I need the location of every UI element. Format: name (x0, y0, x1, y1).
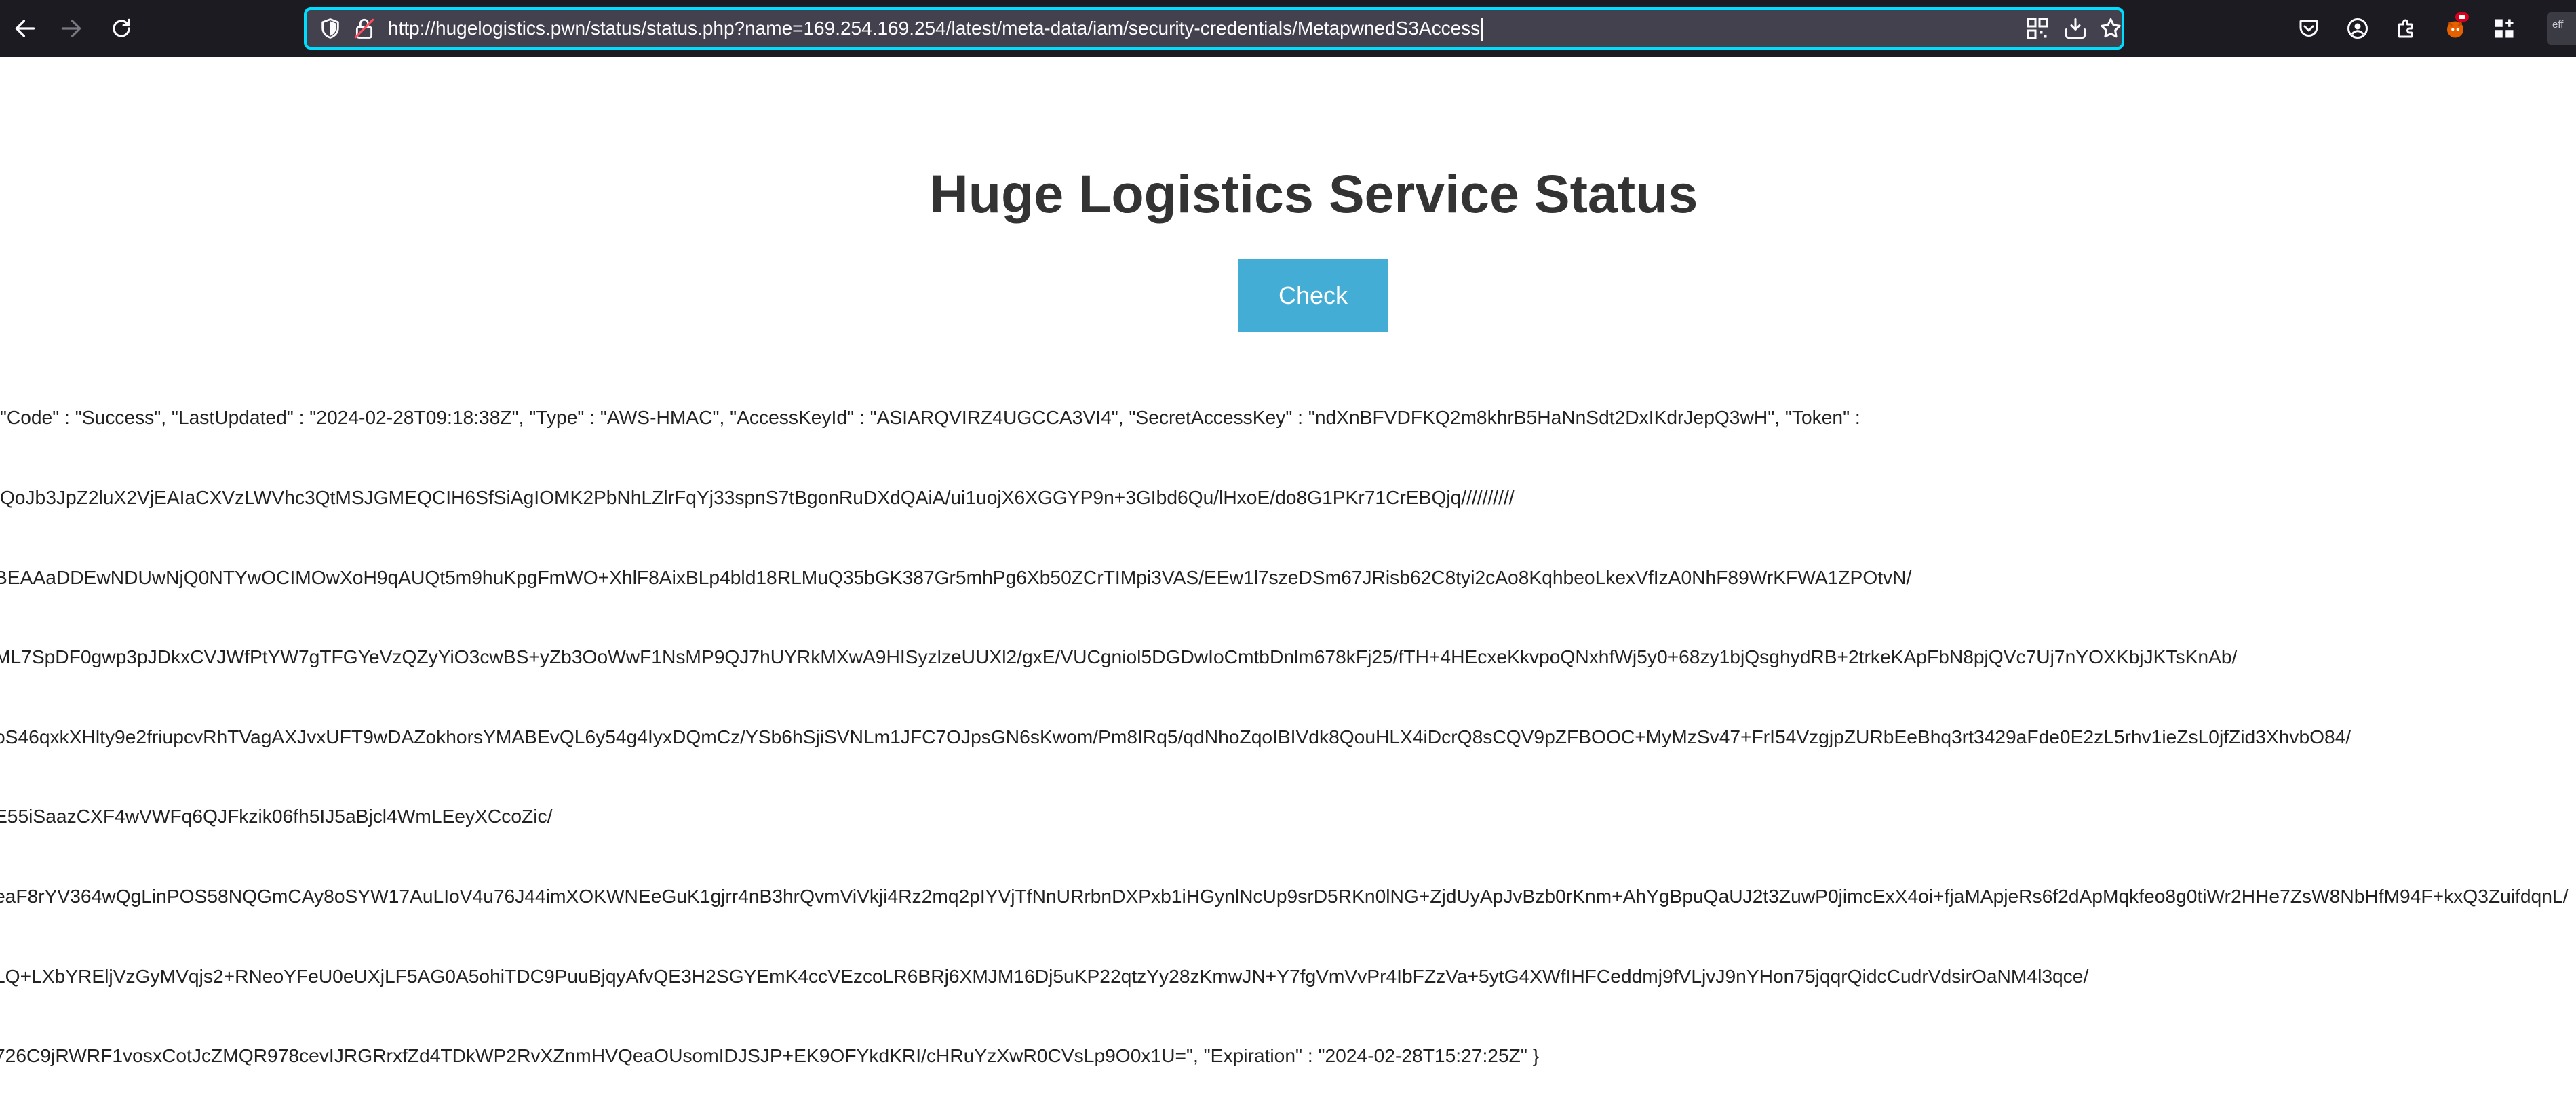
extensions-puzzle-icon[interactable] (2392, 14, 2421, 43)
response-line: eaF8rYV364wQgLinPOS58NQGmCAy8oSYW17AuLIo… (0, 884, 2569, 907)
response-line: oS46qxkXHlty9e2friupcvRhTVagAXJvxUFT9wDA… (0, 725, 2351, 747)
back-button[interactable] (8, 12, 42, 45)
eff-extension-button[interactable]: eff (2547, 12, 2576, 45)
pocket-icon[interactable] (2294, 14, 2324, 43)
save-to-pocket-tray-icon[interactable] (2063, 16, 2088, 41)
address-bar[interactable]: http://hugelogistics.pwn/status/status.p… (304, 7, 2124, 50)
response-line: E55iSaazCXF4wVWFq6QJFkzik06fh5IJ5aBjcl4W… (0, 805, 553, 827)
foxyproxy-extension-icon[interactable] (2440, 12, 2470, 43)
check-button[interactable]: Check (1238, 259, 1388, 332)
grid-apps-icon[interactable] (2489, 14, 2519, 43)
arrow-right-icon (61, 20, 81, 37)
response-line: ML7SpDF0gwp3pJDkxCVJWfPtYW7gTFGYeVzQZyYi… (0, 646, 2238, 668)
address-bar-url[interactable]: http://hugelogistics.pwn/status/status.p… (388, 10, 1483, 47)
reload-icon (113, 18, 130, 37)
account-icon[interactable] (2343, 14, 2373, 43)
qr-code-icon[interactable] (2025, 16, 2050, 41)
reload-button[interactable] (104, 12, 138, 45)
browser-toolbar: http://hugelogistics.pwn/status/status.p… (0, 0, 2576, 57)
bookmark-star-icon[interactable] (2099, 16, 2123, 41)
tracking-protection-shield-icon[interactable] (319, 17, 342, 40)
insecure-connection-lock-icon[interactable] (353, 17, 376, 40)
response-line: IQoJb3JpZ2luX2VjEAIaCXVzLWVhc3QtMSJGMEQC… (0, 486, 1515, 508)
response-line: 726C9jRWRF1vosxCotJcZMQR978cevIJRGRrxfZd… (0, 1044, 1540, 1067)
response-output: "Code" : "Success", "LastUpdated" : "202… (0, 351, 2571, 1096)
response-line: BEAAaDDEwNDUwNjQ0NTYwOCIMOwXoH9qAUQt5m9h… (0, 566, 1912, 588)
response-line: "Code" : "Success", "LastUpdated" : "202… (0, 406, 1860, 429)
forward-button[interactable] (54, 12, 88, 45)
eff-extension-label: eff (2552, 19, 2564, 31)
extension-badge (2455, 12, 2469, 22)
arrow-left-icon (15, 20, 35, 37)
response-line: LQ+LXbYREljVzGyMVqjs2+RNeoYFeU0eUXjLF5AG… (0, 964, 2089, 987)
page-title: Huge Logistics Service Status (929, 163, 1698, 224)
